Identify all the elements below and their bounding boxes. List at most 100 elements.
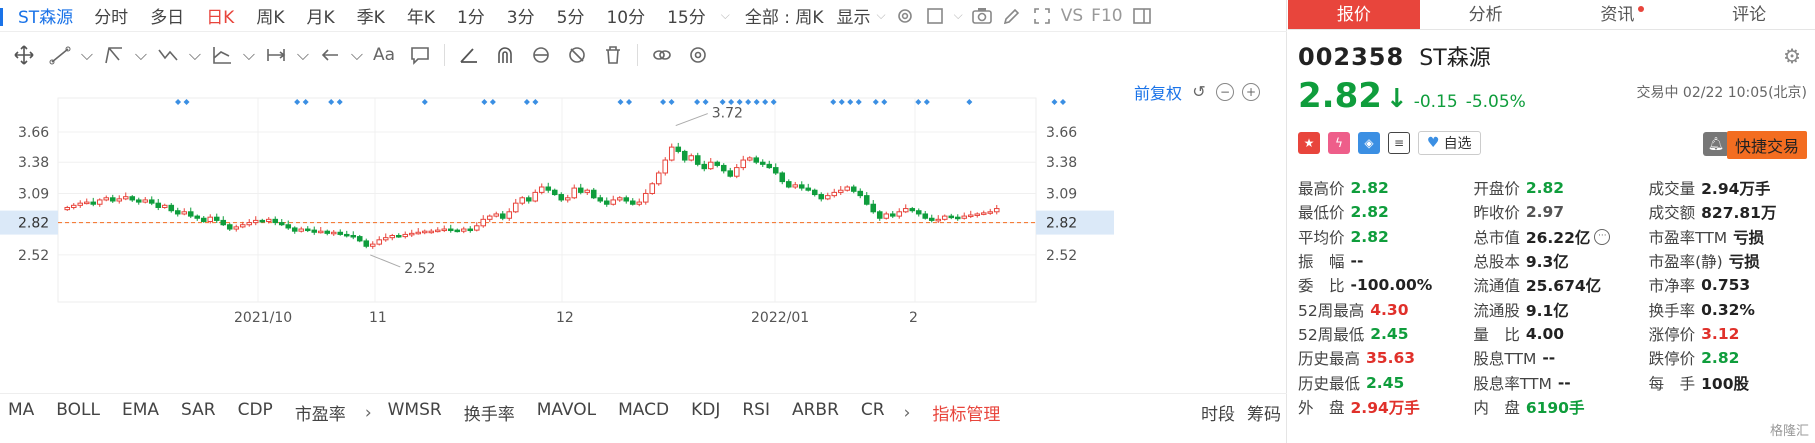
bell-icon[interactable]: 🔔︎ — [1703, 132, 1729, 156]
event-marker[interactable] — [421, 99, 428, 105]
comment-icon[interactable] — [402, 38, 438, 72]
sync-icon[interactable] — [523, 38, 559, 72]
magnet-icon[interactable] — [487, 38, 523, 72]
line-tool-icon[interactable] — [42, 38, 78, 72]
period-tab[interactable]: 3分 — [496, 3, 546, 28]
move-icon[interactable] — [6, 38, 42, 72]
event-marker[interactable] — [302, 99, 309, 105]
indicator-item[interactable]: SAR — [170, 400, 227, 425]
chevron-down-icon[interactable]: ⌵ — [132, 38, 150, 72]
arrow-left-icon[interactable] — [312, 38, 348, 72]
hide-icon[interactable] — [559, 38, 595, 72]
panel-toggle-icon[interactable] — [1127, 1, 1157, 31]
period-tab[interactable]: 1分 — [446, 3, 496, 28]
event-marker[interactable] — [881, 99, 888, 105]
event-marker[interactable] — [855, 99, 862, 105]
period-tab[interactable]: 周K — [245, 3, 295, 28]
event-marker[interactable] — [872, 99, 879, 105]
event-marker[interactable] — [702, 99, 709, 105]
side-panel-tab[interactable]: 时段 — [1195, 400, 1241, 425]
document-icon[interactable]: ≡ — [1388, 132, 1410, 154]
indicator-item[interactable]: KDJ — [680, 400, 731, 425]
chevron-right-icon[interactable]: › — [896, 403, 919, 423]
event-marker[interactable] — [617, 99, 624, 105]
event-marker[interactable] — [668, 99, 675, 105]
event-marker[interactable] — [847, 99, 854, 105]
event-marker[interactable] — [694, 99, 701, 105]
chevron-down-icon[interactable]: ⌵ — [294, 38, 312, 72]
period-tab[interactable]: 10分 — [595, 3, 656, 28]
chevron-down-icon[interactable]: ⌵ — [873, 8, 890, 23]
event-marker[interactable] — [753, 99, 760, 105]
event-marker[interactable] — [532, 99, 539, 105]
indicator-item[interactable]: MACD — [607, 400, 680, 425]
indicator-manage-button[interactable]: 指标管理 — [918, 400, 1014, 425]
indicator-item[interactable]: 换手率 — [453, 400, 526, 425]
chevron-right-icon[interactable]: › — [357, 403, 380, 423]
vs-button[interactable]: VS — [1057, 6, 1087, 26]
period-tab[interactable]: 月K — [296, 3, 346, 28]
event-marker[interactable] — [294, 99, 301, 105]
event-marker[interactable] — [923, 99, 930, 105]
event-marker[interactable] — [915, 99, 922, 105]
quote-tab[interactable]: 资讯 — [1552, 0, 1684, 29]
fullscreen-icon[interactable] — [1027, 1, 1057, 31]
range-select[interactable]: 全部 : 周K — [734, 3, 835, 28]
event-marker[interactable] — [762, 99, 769, 105]
period-tab[interactable]: 分时 — [83, 3, 139, 28]
event-marker[interactable] — [481, 99, 488, 105]
trash-icon[interactable] — [595, 38, 631, 72]
camera-icon[interactable] — [967, 1, 997, 31]
channel-tool-icon[interactable] — [96, 38, 132, 72]
event-marker[interactable] — [183, 99, 190, 105]
pencil-icon[interactable] — [997, 1, 1027, 31]
period-tab[interactable]: 季K — [346, 3, 396, 28]
indicator-item[interactable]: CDP — [227, 400, 284, 425]
quote-tab[interactable]: 分析 — [1420, 0, 1552, 29]
chevron-down-icon[interactable]: ⌵ — [240, 38, 258, 72]
indicator-item[interactable]: MAVOL — [526, 400, 607, 425]
event-marker[interactable] — [966, 99, 973, 105]
indicator-item[interactable]: EMA — [111, 400, 170, 425]
period-tab[interactable]: 日K — [195, 3, 245, 28]
stock-code-name[interactable]: ST森源 — [0, 3, 83, 28]
event-marker[interactable] — [736, 99, 743, 105]
indicator-item[interactable]: ARBR — [781, 400, 850, 425]
event-marker[interactable] — [728, 99, 735, 105]
period-tab[interactable]: 多日 — [139, 3, 195, 28]
event-marker[interactable] — [770, 99, 777, 105]
more-icon[interactable]: ··· — [1594, 228, 1611, 245]
chevron-down-icon[interactable]: ⌵ — [950, 8, 967, 23]
event-marker[interactable] — [719, 99, 726, 105]
period-tab[interactable]: 15分 — [656, 3, 717, 28]
text-tool[interactable]: Aa — [366, 38, 402, 72]
chevron-down-icon[interactable]: ⌵ — [717, 8, 734, 23]
event-marker[interactable] — [838, 99, 845, 105]
fib-tool-icon[interactable] — [204, 38, 240, 72]
indicator-item[interactable]: RSI — [731, 400, 781, 425]
settings-icon[interactable] — [890, 1, 920, 31]
event-marker[interactable] — [626, 99, 633, 105]
event-marker[interactable] — [523, 99, 530, 105]
quote-tab[interactable]: 报价 — [1288, 0, 1420, 29]
event-marker[interactable] — [830, 99, 837, 105]
indicator-item[interactable]: BOLL — [45, 400, 111, 425]
event-marker[interactable] — [336, 99, 343, 105]
event-marker[interactable] — [745, 99, 752, 105]
event-marker[interactable] — [489, 99, 496, 105]
side-panel-tab[interactable]: 筹码 — [1241, 400, 1287, 425]
period-tab[interactable]: 年K — [396, 3, 446, 28]
quick-trade-button[interactable]: 快捷交易 — [1726, 131, 1807, 159]
settings-icon[interactable]: ⚙ — [1783, 44, 1801, 68]
event-marker[interactable] — [660, 99, 667, 105]
period-tab[interactable]: 5分 — [546, 3, 596, 28]
display-select[interactable]: 显示 — [835, 3, 873, 28]
indicator-item[interactable]: WMSR — [380, 400, 453, 425]
quote-tab[interactable]: 评论 — [1683, 0, 1815, 29]
add-watchlist-button[interactable]: ♥ 自选 — [1418, 131, 1481, 155]
chevron-down-icon[interactable]: ⌵ — [186, 38, 204, 72]
angle-tool-icon[interactable] — [451, 38, 487, 72]
candlestick-chart[interactable]: 3.66 3.66 3.38 3.38 3.09 3.09 2.52 2.52 2021/10 1… — [0, 78, 1287, 388]
measure-tool-icon[interactable] — [258, 38, 294, 72]
indicator-item[interactable]: 市盈率 — [284, 400, 357, 425]
